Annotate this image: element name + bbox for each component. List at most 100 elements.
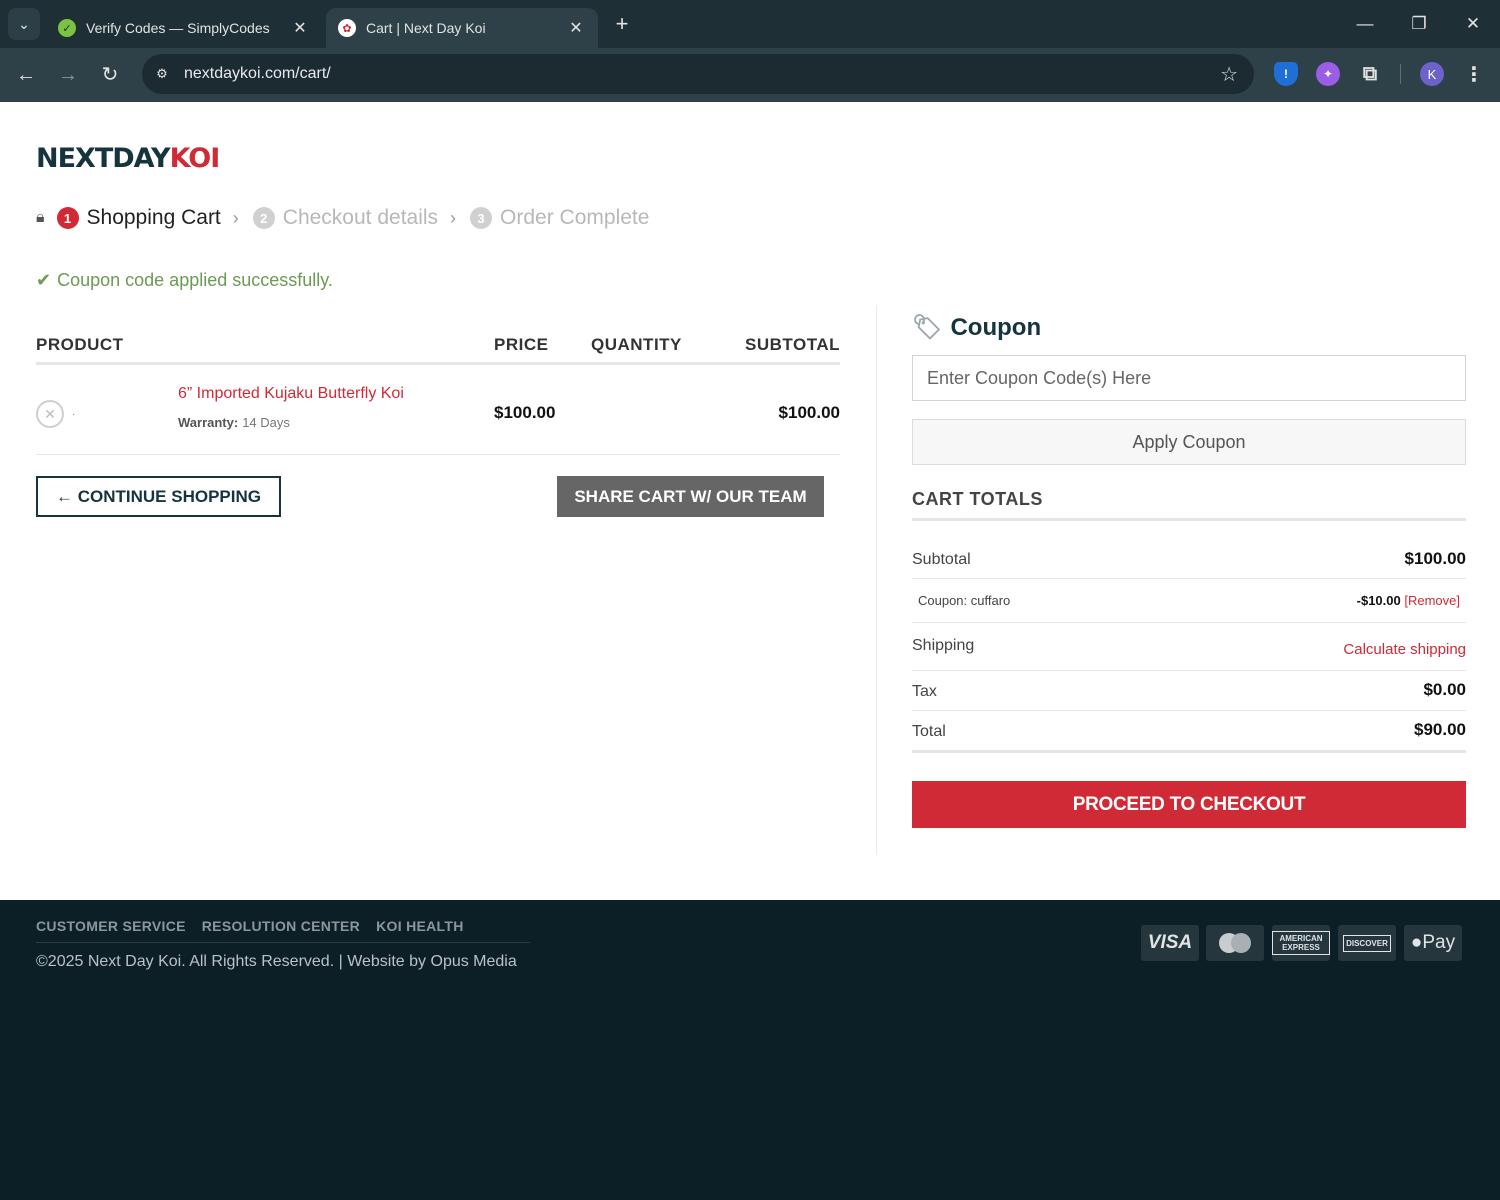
coupon-code-input[interactable]	[912, 355, 1466, 401]
product-warranty: Warranty: 14 Days	[178, 415, 290, 430]
column-divider	[876, 305, 877, 855]
reload-icon[interactable]: ↻	[96, 61, 124, 89]
header-quantity: QUANTITY	[591, 335, 682, 354]
apply-coupon-button[interactable]: Apply Coupon	[912, 419, 1466, 465]
nextdaykoi-icon: ✿	[338, 19, 356, 37]
apple-logo-icon: ●	[1410, 932, 1423, 953]
site-settings-icon[interactable]: ⚙	[152, 64, 172, 84]
restore-icon[interactable]: ❐	[1404, 10, 1434, 38]
tab-close-icon[interactable]: ✕	[290, 18, 310, 38]
site-logo[interactable]: NEXTDAYKOI	[36, 143, 221, 174]
remove-item-icon[interactable]: ✕	[36, 400, 64, 428]
tab-simplycodes[interactable]: ✓ Verify Codes — SimplyCodes ✕	[46, 8, 322, 48]
footer-link-customer-service[interactable]: CUSTOMER SERVICE	[36, 918, 186, 934]
tab-title: Cart | Next Day Koi	[366, 20, 486, 36]
coupon-applied-label: Coupon: cuffaro	[918, 593, 1011, 608]
item-subtotal: $100.00	[778, 403, 840, 422]
new-tab-plus-icon[interactable]: +	[610, 12, 634, 36]
proceed-to-checkout-button[interactable]: PROCEED TO CHECKOUT	[912, 781, 1466, 828]
tab-strip: ⌄ ✓ Verify Codes — SimplyCodes ✕ ✿ Cart …	[0, 0, 1500, 48]
calculate-shipping-link[interactable]: Calculate shipping	[1343, 641, 1466, 658]
visa-icon: VISA	[1141, 925, 1199, 961]
tax-value: $0.00	[1423, 680, 1466, 699]
totals-row-coupon: Coupon: cuffaro -$10.00 [Remove]	[912, 579, 1466, 623]
apple-pay-icon: ● Pay	[1404, 925, 1462, 961]
table-row: ✕ · 6” Imported Kujaku Butterfly Koi War…	[36, 365, 840, 455]
product-name-link[interactable]: 6” Imported Kujaku Butterfly Koi	[178, 385, 404, 403]
header-price: PRICE	[494, 335, 549, 354]
browser-toolbar: ← → ↻ ⚙ nextdaykoi.com/cart/ ☆ ! ✦ ⧉ K ⋮	[0, 48, 1500, 102]
header-subtotal: SUBTOTAL	[745, 335, 840, 354]
logo-text-nextday: NEXTDAY	[36, 143, 171, 174]
coupon-heading: 🏷︎ Coupon	[912, 313, 1041, 342]
subtotal-value: $100.00	[1404, 549, 1466, 568]
cart-table: PRODUCT PRICE QUANTITY SUBTOTAL ✕ · 6” I…	[36, 335, 840, 455]
product-thumbnail[interactable]: ·	[72, 409, 75, 420]
step-number: 2	[252, 207, 275, 229]
chevron-right-icon: ›	[232, 207, 239, 228]
mastercard-icon	[1206, 925, 1264, 961]
footer-link-resolution-center[interactable]: RESOLUTION CENTER	[202, 918, 360, 934]
total-value: $90.00	[1414, 720, 1466, 739]
cart-totals-heading: CART TOTALS	[912, 489, 1466, 521]
step-shopping-cart[interactable]: Shopping Cart	[87, 206, 221, 230]
step-checkout-details[interactable]: Checkout details	[283, 206, 438, 230]
minimize-icon[interactable]: —	[1350, 10, 1380, 38]
footer-link-koi-health[interactable]: KOI HEALTH	[376, 918, 464, 934]
footer-nav: CUSTOMER SERVICE RESOLUTION CENTER KOI H…	[36, 918, 464, 934]
header-product: PRODUCT	[36, 335, 124, 354]
tax-label: Tax	[912, 683, 937, 700]
step-number: 3	[470, 207, 493, 229]
subtotal-label: Subtotal	[912, 551, 971, 568]
back-arrow-icon[interactable]: ←	[12, 61, 40, 89]
checkmark-icon: ✔	[36, 270, 52, 290]
copyright-text: ©2025 Next Day Koi. All Rights Reserved.…	[36, 953, 517, 970]
toolbar-divider	[1400, 64, 1401, 84]
tab-close-icon[interactable]: ✕	[566, 18, 586, 38]
simplycodes-icon: ✓	[58, 19, 76, 37]
logo-text-koi: KOI	[169, 143, 221, 174]
bitwarden-shield-icon[interactable]: !	[1274, 62, 1298, 86]
discover-icon: DISCOVER	[1338, 925, 1396, 961]
warranty-label: Warranty:	[178, 415, 239, 430]
coupon-title-text: Coupon	[950, 313, 1042, 341]
coupon-discount: -$10.00 [Remove]	[1357, 593, 1460, 608]
step-order-complete: Order Complete	[500, 206, 650, 229]
browser-menu-icon[interactable]: ⋮	[1462, 62, 1486, 86]
totals-row-total: Total $90.00	[912, 711, 1466, 753]
tab-title: Verify Codes — SimplyCodes	[86, 20, 270, 36]
notice-text: Coupon code applied successfully.	[57, 270, 333, 290]
browser-chrome: ⌄ ✓ Verify Codes — SimplyCodes ✕ ✿ Cart …	[0, 0, 1500, 102]
totals-row-subtotal: Subtotal $100.00	[912, 537, 1466, 579]
continue-shopping-button[interactable]: ← CONTINUE SHOPPING	[36, 476, 281, 517]
lock-icon: 🔒︎	[36, 209, 45, 226]
shipping-label: Shipping	[912, 637, 975, 654]
amex-icon: AMERICAN EXPRESS	[1272, 925, 1330, 961]
forward-arrow-icon[interactable]: →	[54, 61, 82, 89]
coupon-remove-link[interactable]: [Remove]	[1404, 593, 1460, 608]
step-number: 1	[56, 207, 79, 229]
footer-divider	[36, 942, 530, 943]
profile-avatar[interactable]: K	[1420, 62, 1444, 86]
warranty-value: 14 Days	[242, 415, 290, 430]
site-footer: CUSTOMER SERVICE RESOLUTION CENTER KOI H…	[0, 900, 1500, 1200]
total-label: Total	[912, 723, 946, 740]
tab-search-chevron-icon[interactable]: ⌄	[8, 8, 40, 40]
share-cart-button[interactable]: SHARE CART W/ OUR TEAM	[557, 476, 824, 517]
checkout-steps: 🔒︎ 1 Shopping Cart › 2 Checkout details …	[36, 202, 649, 234]
coupon-discount-value: -$10.00	[1356, 593, 1401, 608]
address-bar[interactable]: ⚙ nextdaykoi.com/cart/ ☆	[142, 54, 1254, 94]
chevron-right-icon: ›	[450, 207, 457, 228]
tab-nextdaykoi[interactable]: ✿ Cart | Next Day Koi ✕	[326, 8, 598, 48]
url-text[interactable]: nextdaykoi.com/cart/	[184, 65, 331, 83]
window-close-icon[interactable]: ✕	[1458, 10, 1488, 38]
extension-purple-icon[interactable]: ✦	[1316, 62, 1340, 86]
success-notice: ✔ Coupon code applied successfully.	[36, 270, 333, 291]
item-price: $100.00	[494, 403, 556, 422]
totals-row-tax: Tax $0.00	[912, 671, 1466, 711]
bookmark-star-icon[interactable]: ☆	[1220, 62, 1238, 87]
extensions-puzzle-icon[interactable]: ⧉	[1358, 62, 1382, 86]
tag-icon: 🏷︎	[912, 314, 943, 341]
totals-row-shipping: Shipping Calculate shipping	[912, 623, 1466, 671]
cart-table-header: PRODUCT PRICE QUANTITY SUBTOTAL	[36, 335, 840, 365]
